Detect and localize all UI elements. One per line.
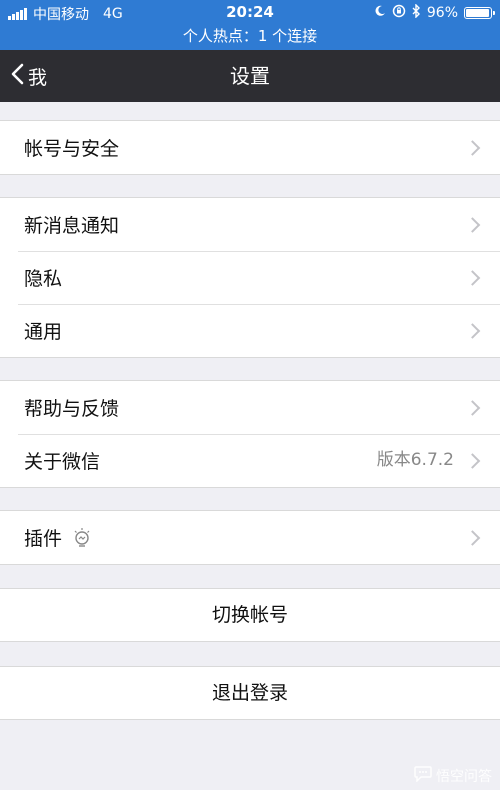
page-title: 设置: [230, 64, 270, 88]
speech-bubble-icon: [414, 766, 432, 786]
version-label: 版本6.7.2: [376, 450, 454, 470]
list-item-help-feedback[interactable]: 帮助与反馈: [0, 381, 500, 434]
bluetooth-icon: [412, 3, 421, 22]
lightbulb-icon: [72, 527, 92, 549]
status-bar: 中国移动 4G 20:24 96% 个人热点：1 个连接: [0, 0, 500, 50]
switch-account-button[interactable]: 切换帐号: [0, 589, 500, 641]
logout-group: 退出登录: [0, 666, 500, 720]
settings-group-plugins: 插件: [0, 510, 500, 565]
battery-icon: [464, 7, 495, 19]
list-item-general[interactable]: 通用: [0, 304, 500, 357]
battery-percent: 96%: [426, 5, 458, 21]
list-item-account-security[interactable]: 帐号与安全: [0, 121, 500, 174]
settings-group-account: 帐号与安全: [0, 120, 500, 175]
chevron-right-icon: [464, 269, 481, 286]
hotspot-banner[interactable]: 个人热点：1 个连接: [0, 25, 500, 46]
chevron-right-icon: [464, 322, 481, 339]
list-item-label: 帮助与反馈: [24, 398, 120, 420]
rotation-lock-icon: [392, 4, 406, 22]
settings-group-help: 帮助与反馈 关于微信 版本6.7.2: [0, 380, 500, 488]
list-item-label: 新消息通知: [24, 215, 120, 237]
list-item-privacy[interactable]: 隐私: [0, 251, 500, 304]
list-item-plugins[interactable]: 插件: [0, 511, 500, 564]
list-item-label: 插件: [24, 528, 63, 550]
chevron-right-icon: [464, 529, 481, 546]
chevron-right-icon: [464, 139, 481, 156]
nav-bar: 我 设置: [0, 50, 500, 102]
list-item-about[interactable]: 关于微信 版本6.7.2: [0, 434, 500, 487]
chevron-right-icon: [464, 452, 481, 469]
list-item-notifications[interactable]: 新消息通知: [0, 198, 500, 251]
watermark: 悟空问答: [414, 766, 492, 786]
chevron-right-icon: [464, 216, 481, 233]
moon-icon: [374, 5, 386, 21]
settings-group-general: 新消息通知 隐私 通用: [0, 197, 500, 358]
list-item-label: 关于微信: [24, 451, 101, 473]
list-item-label: 通用: [24, 321, 63, 343]
switch-account-group: 切换帐号: [0, 588, 500, 642]
list-item-label: 隐私: [24, 268, 63, 290]
watermark-text: 悟空问答: [436, 769, 492, 785]
list-item-label: 帐号与安全: [24, 138, 120, 160]
chevron-right-icon: [464, 399, 481, 416]
logout-button[interactable]: 退出登录: [0, 667, 500, 719]
